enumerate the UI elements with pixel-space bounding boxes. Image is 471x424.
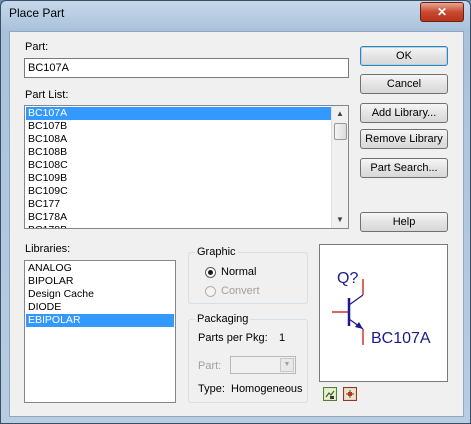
transistor-symbol: Q? BC107A: [332, 270, 431, 347]
parts-per-pkg-value: 1: [279, 332, 286, 344]
part-list[interactable]: BC107A BC107B BC108A BC108B BC108C BC109B BC10…: [24, 105, 349, 229]
chevron-down-icon[interactable]: ▼: [280, 358, 294, 372]
type-value: Homogeneous: [231, 383, 303, 395]
part-list-item[interactable]: BC107A: [26, 107, 331, 120]
refdes-text: Q?: [337, 270, 358, 287]
pcb-footprint-icon[interactable]: [343, 387, 357, 401]
part-list-item[interactable]: BC108B: [26, 146, 331, 159]
part-select-label: Part:: [198, 360, 222, 372]
cancel-button[interactable]: Cancel: [360, 74, 448, 94]
packaging-group: Packaging Parts per Pkg: 1 Part: ▼ Type:…: [188, 313, 308, 403]
part-input[interactable]: BC107A: [24, 58, 349, 78]
scroll-up-icon[interactable]: ▲: [332, 106, 348, 122]
window-title: Place Part: [9, 6, 65, 20]
part-list-label: Part List:: [25, 89, 69, 101]
emitter-arrow-icon: [355, 322, 363, 329]
title-bar[interactable]: Place Part ✕: [1, 1, 470, 27]
part-preview: Q? BC107A: [319, 244, 448, 382]
ok-button[interactable]: OK: [360, 46, 448, 66]
graphic-group: Graphic Normal Convert: [188, 246, 308, 304]
packaging-group-title: Packaging: [195, 313, 251, 325]
libraries-label: Libraries:: [25, 243, 71, 255]
part-list-scrollbar[interactable]: ▲ ▼: [331, 106, 348, 228]
type-label: Type:: [198, 383, 225, 395]
convert-radio-label[interactable]: Convert: [221, 285, 260, 297]
place-part-dialog: Place Part ✕ Part: BC107A Part List: BC1…: [0, 0, 471, 424]
part-list-item[interactable]: BC178B: [26, 224, 331, 228]
parts-per-pkg-label: Parts per Pkg:: [198, 332, 268, 344]
library-list-item[interactable]: ANALOG: [26, 262, 174, 275]
convert-radio[interactable]: [205, 286, 216, 297]
part-list-item[interactable]: BC109C: [26, 185, 331, 198]
collector-line: [348, 294, 364, 306]
part-select[interactable]: ▼: [230, 356, 296, 374]
part-list-item[interactable]: BC108A: [26, 133, 331, 146]
graphic-group-title: Graphic: [195, 246, 238, 258]
dialog-body: Part: BC107A Part List: BC107A BC107B BC10…: [9, 31, 464, 417]
part-label: Part:: [25, 41, 49, 53]
library-list-item[interactable]: EBIPOLAR: [26, 314, 174, 327]
part-search-button[interactable]: Part Search...: [360, 158, 448, 178]
part-list-item[interactable]: BC178A: [26, 211, 331, 224]
close-button[interactable]: ✕: [420, 2, 464, 22]
part-list-item[interactable]: BC108C: [26, 159, 331, 172]
add-library-button[interactable]: Add Library...: [360, 103, 448, 123]
library-list-item[interactable]: DIODE: [26, 301, 174, 314]
part-list-item[interactable]: BC107B: [26, 120, 331, 133]
library-list-item[interactable]: BIPOLAR: [26, 275, 174, 288]
part-list-item[interactable]: BC109B: [26, 172, 331, 185]
library-list-item[interactable]: Design Cache: [26, 288, 174, 301]
schematic-view-icon[interactable]: [323, 387, 337, 401]
scroll-thumb[interactable]: [334, 123, 347, 140]
scroll-down-icon[interactable]: ▼: [332, 212, 348, 228]
libraries-list[interactable]: ANALOG BIPOLAR Design Cache DIODE EBIPOLAR: [24, 260, 176, 403]
normal-radio[interactable]: [205, 267, 216, 278]
part-list-item[interactable]: BC177: [26, 198, 331, 211]
normal-radio-label[interactable]: Normal: [221, 266, 256, 278]
remove-library-button[interactable]: Remove Library: [360, 129, 448, 149]
help-button[interactable]: Help: [360, 212, 448, 232]
value-text: BC107A: [371, 330, 431, 347]
